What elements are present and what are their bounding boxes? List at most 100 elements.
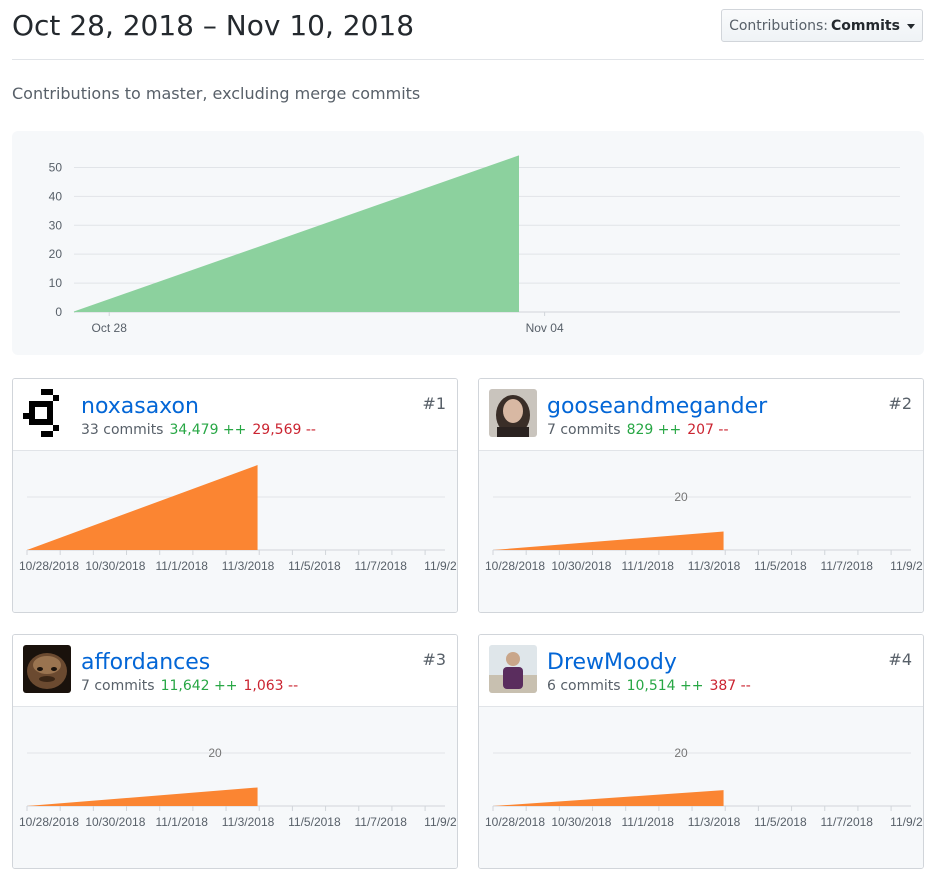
y-tick-label: 30 xyxy=(49,218,63,232)
commit-count[interactable]: 6 commits xyxy=(547,678,621,694)
contributor-chart-svg: 20 10/28/2018 10/30/2018 11/1/2018 11/3/2018… xyxy=(19,746,458,829)
y-tick-label: 20 xyxy=(208,746,222,760)
x-tick-label: 11/9/201 xyxy=(424,815,458,829)
deletions-count: 387 -- xyxy=(709,678,751,694)
x-tick-label: 11/7/2018 xyxy=(820,815,873,829)
x-tick-label: 11/3/2018 xyxy=(688,559,741,573)
contributor-card: gooseandmegander 7 commits 829 ++ 207 -- #… xyxy=(478,378,924,613)
contributor-chart-svg: 10/28/2018 10/30/2018 11/1/2018 11/3/2018 11… xyxy=(19,465,458,573)
x-tick-label: 11/1/2018 xyxy=(621,815,674,829)
contributor-login-link[interactable]: DrewMoody xyxy=(547,650,677,675)
x-tick-label: 10/28/2018 xyxy=(19,815,79,829)
commit-count[interactable]: 7 commits xyxy=(547,422,621,438)
contributor-rank: #2 xyxy=(888,394,912,413)
commit-count[interactable]: 7 commits xyxy=(81,678,155,694)
main-chart-svg: 0 10 20 30 40 50 Oct 28 Nov 04 xyxy=(49,155,900,335)
contributor-chart: 20 10/28/2018 10/30/2018 11/1/2018 11/3/2018… xyxy=(13,707,458,868)
x-tick-label: 11/3/2018 xyxy=(688,815,741,829)
dropdown-selected-value: Commits xyxy=(831,17,900,34)
x-tick-label: 11/5/2018 xyxy=(754,559,807,573)
contributor-stats: 7 commits 829 ++ 207 -- xyxy=(547,422,729,438)
person-outdoor-photo-icon xyxy=(489,645,537,693)
contributor-card-header: gooseandmegander 7 commits 829 ++ 207 -- #… xyxy=(479,379,923,451)
creature-photo-icon xyxy=(23,645,71,693)
person-photo-icon xyxy=(489,389,537,437)
x-tick-label: 11/7/2018 xyxy=(354,815,407,829)
y-tick-label: 40 xyxy=(49,189,63,203)
deletions-count: 29,569 -- xyxy=(252,422,316,438)
additions-count: 34,479 ++ xyxy=(169,422,247,438)
x-tick-label: 11/1/2018 xyxy=(155,815,208,829)
x-tick-label: 10/28/2018 xyxy=(19,559,79,573)
contributor-chart-svg: 20 10/28/2018 10/30/2018 11/1/2018 11/3/2018… xyxy=(485,490,924,573)
contributor-stats: 7 commits 11,642 ++ 1,063 -- xyxy=(81,678,298,694)
contributor-login-link[interactable]: noxasaxon xyxy=(81,394,199,419)
caret-down-icon xyxy=(906,24,915,29)
commit-count[interactable]: 33 commits xyxy=(81,422,163,438)
x-tick-label: 11/3/2018 xyxy=(222,815,275,829)
x-tick-label: 11/7/2018 xyxy=(820,559,873,573)
x-tick-label: 11/7/2018 xyxy=(354,559,407,573)
x-tick-label: Nov 04 xyxy=(526,321,564,335)
deletions-count: 1,063 -- xyxy=(243,678,299,694)
x-tick-label: 11/5/2018 xyxy=(754,815,807,829)
avatar[interactable] xyxy=(489,389,537,437)
commits-area xyxy=(493,531,724,550)
x-tick-label: 11/9/201 xyxy=(890,559,924,573)
x-tick-label: 10/28/2018 xyxy=(485,559,545,573)
contributor-stats: 33 commits 34,479 ++ 29,569 -- xyxy=(81,422,316,438)
main-commits-chart: 0 10 20 30 40 50 Oct 28 Nov 04 xyxy=(12,131,924,355)
contributor-stats: 6 commits 10,514 ++ 387 -- xyxy=(547,678,751,694)
contributor-card-header: affordances 7 commits 11,642 ++ 1,063 -- #… xyxy=(13,635,457,707)
additions-count: 829 ++ xyxy=(626,422,682,438)
header-divider xyxy=(12,59,924,60)
chart-subtitle: Contributions to master, excluding merge… xyxy=(12,84,421,103)
x-tick-label: 11/9/201 xyxy=(890,815,924,829)
additions-count: 11,642 ++ xyxy=(160,678,238,694)
y-tick-label: 50 xyxy=(49,160,63,174)
dropdown-prefix-label: Contributions: xyxy=(729,17,829,34)
contributor-chart: 20 10/28/2018 10/30/2018 11/1/2018 11/3/2018… xyxy=(479,707,924,868)
y-tick-label: 0 xyxy=(55,305,62,319)
contributor-chart: 10/28/2018 10/30/2018 11/1/2018 11/3/2018 11… xyxy=(13,451,458,612)
y-tick-label: 20 xyxy=(674,746,688,760)
commits-area xyxy=(27,787,258,806)
x-tick-label: 11/5/2018 xyxy=(288,815,341,829)
contributor-rank: #4 xyxy=(888,650,912,669)
commits-area xyxy=(27,465,258,550)
x-tick-label: 11/1/2018 xyxy=(155,559,208,573)
x-tick-label: 10/30/2018 xyxy=(85,815,145,829)
avatar[interactable] xyxy=(23,389,71,437)
x-tick-label: 10/30/2018 xyxy=(551,559,611,573)
contributor-rank: #3 xyxy=(422,650,446,669)
commits-area xyxy=(493,790,724,806)
contributor-chart-svg: 20 10/28/2018 10/30/2018 11/1/2018 11/3/2018… xyxy=(485,746,924,829)
contributor-login-link[interactable]: affordances xyxy=(81,650,210,675)
x-tick-label: 11/3/2018 xyxy=(222,559,275,573)
x-tick-label: Oct 28 xyxy=(92,321,128,335)
y-tick-label: 20 xyxy=(674,490,688,504)
x-tick-label: 10/28/2018 xyxy=(485,815,545,829)
contributor-card: affordances 7 commits 11,642 ++ 1,063 -- #… xyxy=(12,634,458,869)
avatar[interactable] xyxy=(23,645,71,693)
x-tick-label: 11/9/201 xyxy=(424,559,458,573)
deletions-count: 207 -- xyxy=(687,422,729,438)
x-tick-label: 10/30/2018 xyxy=(85,559,145,573)
contributor-card: DrewMoody 6 commits 10,514 ++ 387 -- #4 20… xyxy=(478,634,924,869)
avatar[interactable] xyxy=(489,645,537,693)
y-tick-label: 20 xyxy=(49,247,63,261)
x-tick-label: 10/30/2018 xyxy=(551,815,611,829)
y-tick-label: 10 xyxy=(49,276,63,290)
x-tick-label: 11/5/2018 xyxy=(288,559,341,573)
contributions-type-dropdown[interactable]: Contributions: Commits xyxy=(721,9,923,42)
date-range-title: Oct 28, 2018 – Nov 10, 2018 xyxy=(12,9,415,42)
contributor-card: noxasaxon 33 commits 34,479 ++ 29,569 -- #… xyxy=(12,378,458,613)
contributor-chart: 20 10/28/2018 10/30/2018 11/1/2018 11/3/2018… xyxy=(479,451,924,612)
contributor-card-header: DrewMoody 6 commits 10,514 ++ 387 -- #4 xyxy=(479,635,923,707)
contributor-card-header: noxasaxon 33 commits 34,479 ++ 29,569 -- #… xyxy=(13,379,457,451)
contributor-login-link[interactable]: gooseandmegander xyxy=(547,394,767,419)
pixel-identicon-icon xyxy=(23,389,71,437)
x-tick-label: 11/1/2018 xyxy=(621,559,674,573)
additions-count: 10,514 ++ xyxy=(626,678,704,694)
contributor-rank: #1 xyxy=(422,394,446,413)
